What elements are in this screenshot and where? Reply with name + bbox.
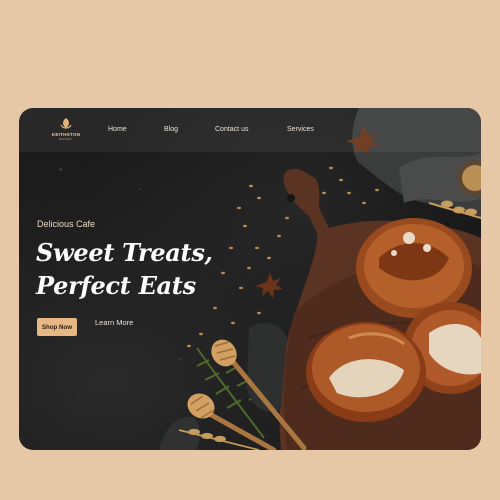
brand-tagline: BAKERY [58,137,74,141]
texture-speck [179,358,182,361]
brand-logo[interactable]: KEITHSTON BAKERY [49,116,83,141]
nav-item-blog[interactable]: Blog [164,126,178,133]
hero-card: KEITHSTON BAKERY Home Blog Contact us Se… [19,108,481,450]
texture-speck [139,188,141,190]
learn-more-link[interactable]: Learn More [95,318,133,336]
hero-headline-line-1: Sweet Treats, [36,238,213,267]
hero-eyebrow: Delicious Cafe [37,219,96,229]
nav-item-services[interactable]: Services [287,126,314,133]
texture-speck [59,168,62,171]
texture-speck [79,398,81,400]
hero-headline: Sweet Treats, Perfect Eats [36,236,236,302]
leaf-logo-icon [60,118,72,129]
hero-headline-line-2: Perfect Eats [36,271,196,300]
nav-item-home[interactable]: Home [108,126,127,133]
nav-item-contact[interactable]: Contact us [215,126,248,133]
shop-now-button[interactable]: Shop Now [37,318,77,336]
top-nav: KEITHSTON BAKERY Home Blog Contact us Se… [19,108,481,152]
